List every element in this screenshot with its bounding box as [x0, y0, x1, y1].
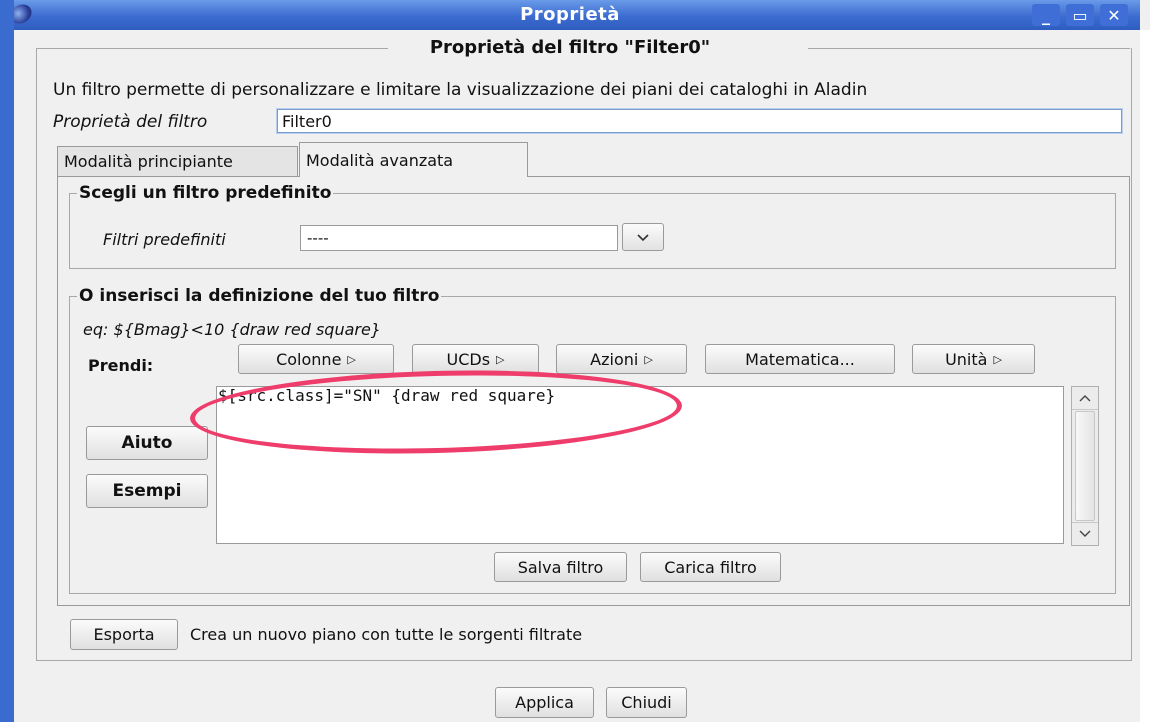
chevron-up-icon: [1079, 395, 1091, 402]
filter-name-input[interactable]: Filter0: [277, 109, 1122, 133]
scroll-up-arrow[interactable]: [1072, 387, 1098, 410]
submenu-arrow-icon: ▷: [347, 352, 356, 366]
title-bar[interactable]: Proprietà _ ▭ ✕: [0, 0, 1140, 30]
submenu-arrow-icon: ▷: [644, 352, 653, 366]
azioni-label: Azioni: [590, 349, 639, 369]
predefined-filters-label: Filtri predefiniti: [103, 230, 226, 249]
maximize-button[interactable]: ▭: [1066, 4, 1094, 26]
predefined-dropdown-button[interactable]: [622, 223, 664, 251]
close-window-button[interactable]: ✕: [1100, 4, 1128, 26]
load-filter-button[interactable]: Carica filtro: [640, 552, 781, 582]
window-left-edge: [0, 0, 14, 722]
matematica-button[interactable]: Matematica...: [705, 344, 895, 374]
submenu-arrow-icon: ▷: [496, 352, 505, 366]
unita-button[interactable]: Unità ▷: [912, 344, 1035, 374]
esempi-button[interactable]: Esempi: [86, 474, 208, 508]
apply-button[interactable]: Applica: [495, 687, 594, 718]
definition-scrollbar[interactable]: [1071, 386, 1099, 546]
save-filter-button[interactable]: Salva filtro: [494, 552, 627, 582]
close-button[interactable]: Chiudi: [606, 687, 687, 718]
tab-beginner-mode[interactable]: Modalità principiante: [57, 146, 298, 176]
colonne-button[interactable]: Colonne ▷: [238, 344, 394, 374]
export-description: Crea un nuovo piano con tutte le sorgent…: [190, 625, 583, 644]
aiuto-button[interactable]: Aiuto: [86, 426, 208, 460]
predefined-filters-select[interactable]: ----: [300, 225, 618, 251]
scroll-thumb[interactable]: [1075, 411, 1095, 521]
custom-group-title: O inserisci la definizione del tuo filtr…: [77, 286, 442, 306]
submenu-arrow-icon: ▷: [993, 352, 1002, 366]
window-title: Proprietà: [520, 4, 620, 25]
chevron-down-icon: [637, 233, 649, 241]
tab-advanced-mode[interactable]: Modalità avanzata: [299, 142, 528, 177]
filter-name-label: Proprietà del filtro: [53, 112, 208, 132]
azioni-button[interactable]: Azioni ▷: [556, 344, 687, 374]
export-button[interactable]: Esporta: [70, 619, 178, 650]
minimize-button[interactable]: _: [1032, 4, 1060, 26]
unita-label: Unità: [945, 349, 988, 369]
chevron-down-icon: [1079, 530, 1091, 537]
prendi-label: Prendi:: [88, 356, 154, 375]
predefined-group-title: Scegli un filtro predefinito: [77, 183, 334, 203]
colonne-label: Colonne: [276, 349, 342, 369]
filter-example: eq: ${Bmag}<10 {draw red square}: [83, 320, 381, 339]
properties-dialog: Proprietà _ ▭ ✕ Proprietà del filtro "Fi…: [0, 0, 1150, 722]
window-right-margin: [1140, 30, 1150, 722]
ucds-label: UCDs: [446, 349, 491, 369]
filter-description: Un filtro permette di personalizzare e l…: [53, 80, 868, 100]
scroll-down-arrow[interactable]: [1072, 522, 1098, 545]
dialog-heading: Proprietà del filtro "Filter0": [429, 37, 711, 58]
